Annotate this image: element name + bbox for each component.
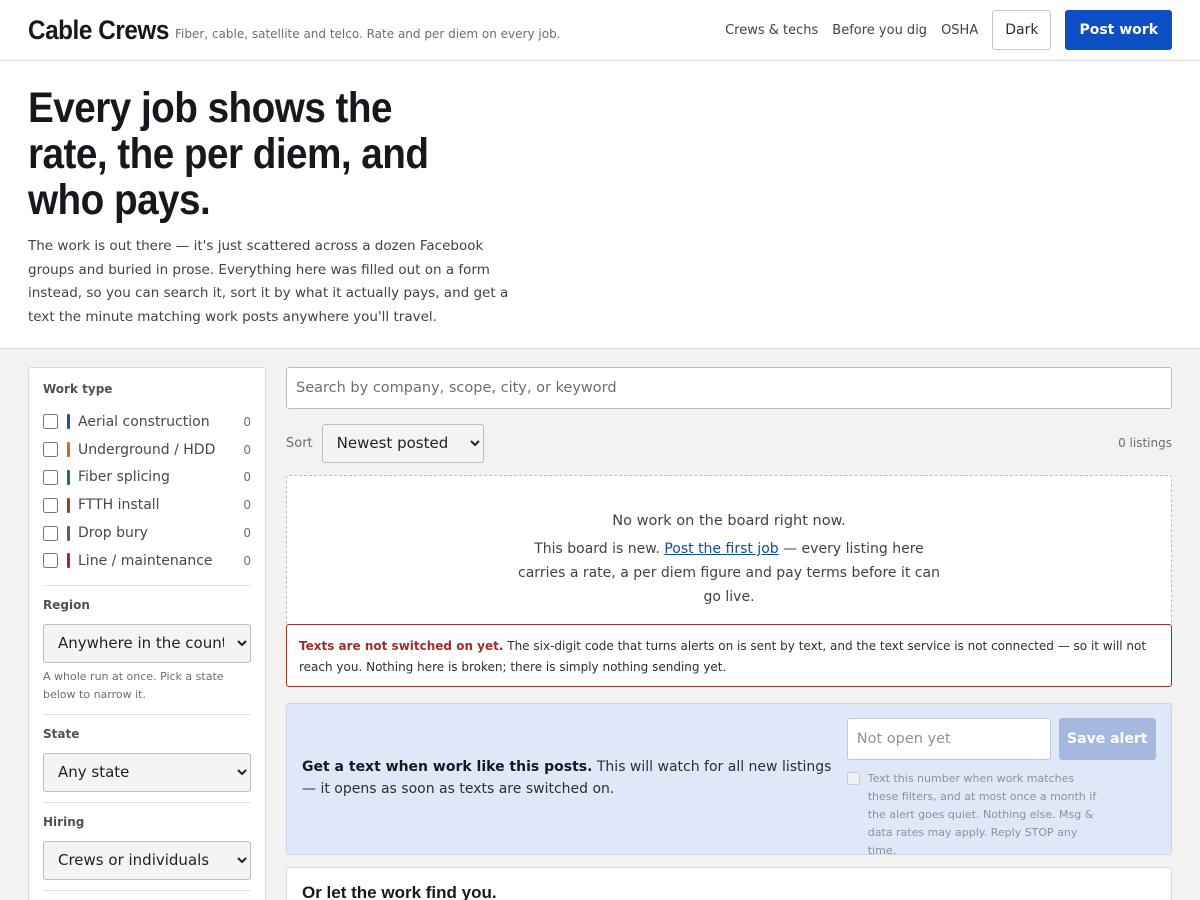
listings-column: Sort Newest posted 0 listings No work on… [286, 367, 1172, 900]
work-type-color-bar [67, 469, 70, 485]
post-work-button[interactable]: Post work [1065, 10, 1172, 50]
divider [43, 889, 251, 891]
post-first-job-link[interactable]: Post the first job [664, 541, 778, 557]
nav-osha[interactable]: OSHA [941, 23, 978, 38]
find-section: Or let the work find you. [286, 867, 1172, 900]
work-type-color-bar [67, 442, 70, 458]
region-heading: Region [43, 597, 90, 612]
listing-count: 0 listings [1118, 436, 1172, 450]
consent-row[interactable]: Text this number when work matches these… [846, 770, 1156, 860]
work-type-color-bar [67, 414, 70, 430]
empty-description: This board is new. Post the first job — … [514, 537, 944, 609]
sort-label: Sort [286, 435, 313, 451]
sort-row: Sort Newest posted 0 listings [286, 423, 1172, 463]
work-type-item[interactable]: Drop bury 0 [43, 519, 251, 547]
work-type-checkbox[interactable] [43, 469, 58, 485]
dark-mode-button[interactable]: Dark [992, 10, 1052, 50]
save-alert-button[interactable]: Save alert [1058, 718, 1156, 760]
work-type-item[interactable]: FTTH install 0 [43, 491, 251, 519]
alert-form: Save alert Text this number when work ma… [846, 718, 1156, 857]
sort-select[interactable]: Newest posted [321, 423, 484, 463]
region-select[interactable]: Anywhere in the country [43, 623, 251, 663]
work-type-label: Drop bury [78, 525, 148, 542]
find-title: Or let the work find you. [302, 883, 497, 900]
work-type-item[interactable]: Line / maintenance 0 [43, 547, 251, 575]
hero-title: Every job shows the rate, the per diem, … [28, 84, 429, 224]
work-type-count: 0 [243, 526, 251, 541]
work-type-checkbox[interactable] [43, 553, 58, 569]
work-type-color-bar [67, 525, 70, 541]
main-nav: Crews & techs Before you dig OSHA Dark P… [711, 10, 1172, 50]
state-select[interactable]: Any state [43, 752, 251, 792]
state-heading: State [43, 726, 80, 741]
region-help: A whole run at once. Pick a state below … [43, 669, 224, 701]
alert-description: Get a text when work like this posts. Th… [302, 718, 841, 840]
work-type-label: FTTH install [78, 497, 160, 514]
work-type-count: 0 [243, 414, 251, 429]
work-type-label: Line / maintenance [78, 552, 213, 569]
work-type-item[interactable]: Fiber splicing 0 [43, 464, 251, 492]
work-type-color-bar [67, 553, 70, 569]
tagline: Fiber, cable, satellite and telco. Rate … [175, 27, 561, 41]
work-type-count: 0 [243, 442, 251, 457]
text-alert-box: Get a text when work like this posts. Th… [286, 703, 1172, 857]
work-type-count: 0 [243, 553, 251, 568]
consent-checkbox[interactable] [846, 772, 860, 785]
phone-input[interactable] [846, 718, 1051, 760]
work-type-item[interactable]: Underground / HDD 0 [43, 436, 251, 464]
empty-state: No work on the board right now. This boa… [286, 475, 1172, 624]
hero: Every job shows the rate, the per diem, … [0, 61, 1200, 349]
search-input[interactable] [286, 367, 1172, 409]
nav-before-you-dig[interactable]: Before you dig [832, 23, 927, 38]
nav-crews-techs[interactable]: Crews & techs [725, 23, 818, 38]
alert-row: Save alert [846, 718, 1156, 760]
divider [43, 713, 251, 715]
empty-prefix: This board is new. [534, 541, 660, 557]
hero-body: The work is out there — it's just scatte… [28, 238, 509, 325]
hiring-heading: Hiring [43, 814, 85, 829]
brand-logo[interactable]: Cable Crews [28, 15, 169, 46]
divider [43, 801, 251, 803]
work-type-label: Aerial construction [78, 413, 210, 430]
top-bar: Cable Crews Fiber, cable, satellite and … [0, 0, 1200, 61]
work-type-checkbox[interactable] [43, 414, 58, 430]
divider [43, 584, 251, 586]
empty-title: No work on the board right now. [612, 513, 846, 529]
work-type-checkbox[interactable] [43, 525, 58, 541]
hiring-select[interactable]: Crews or individuals [43, 840, 251, 880]
work-type-count: 0 [243, 470, 251, 485]
work-type-label: Underground / HDD [78, 441, 216, 458]
work-type-item[interactable]: Aerial construction 0 [43, 408, 251, 436]
main-area: Work type Aerial construction 0 Undergro… [0, 349, 1200, 900]
alert-title: Get a text when work like this posts. [302, 759, 593, 775]
texts-warning: Texts are not switched on yet. The six-d… [286, 624, 1172, 687]
consent-text: Text this number when work matches these… [867, 772, 1097, 857]
work-type-checkbox[interactable] [43, 442, 58, 458]
work-type-count: 0 [243, 498, 251, 513]
work-type-color-bar [67, 497, 70, 513]
work-type-heading: Work type [43, 382, 113, 396]
warning-title: Texts are not switched on yet. [299, 639, 504, 653]
work-type-checkbox[interactable] [43, 497, 58, 513]
filter-sidebar: Work type Aerial construction 0 Undergro… [28, 367, 266, 900]
work-type-label: Fiber splicing [78, 469, 170, 486]
